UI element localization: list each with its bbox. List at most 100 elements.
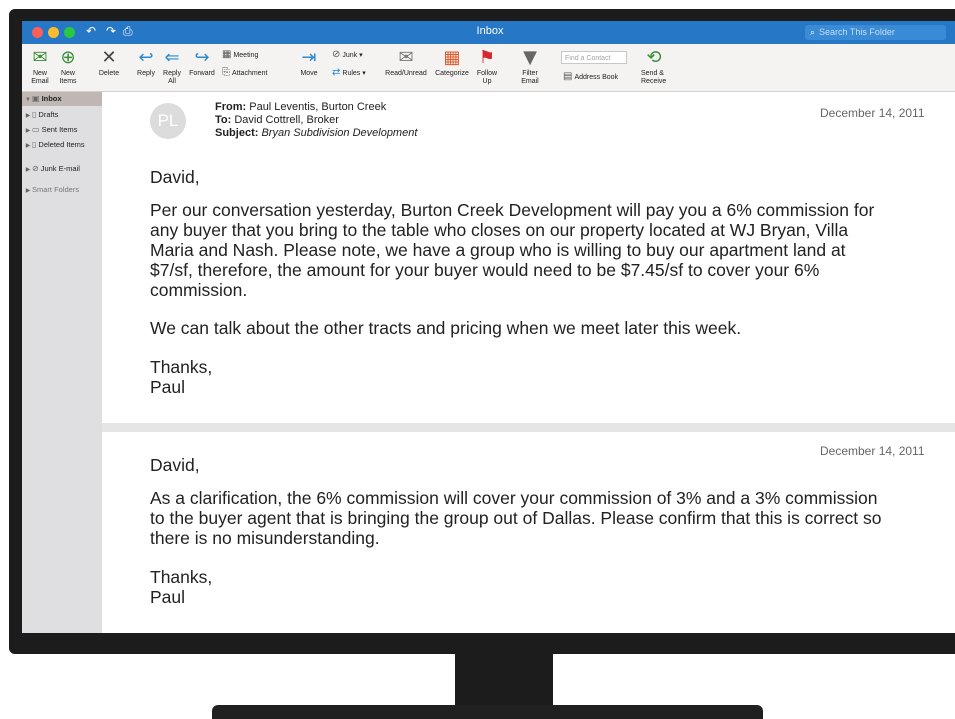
sidebar-item-inbox[interactable]: ▼▣ Inbox — [22, 92, 102, 106]
meeting-label: Meeting — [233, 52, 259, 59]
ribbon-toolbar: ✉ New Email ⊕ New Items ✕ Delete ↩ Reply… — [22, 44, 955, 92]
avatar: PL — [150, 103, 186, 139]
follow-up-label: Follow Up — [476, 70, 498, 85]
move-label: Move — [300, 70, 318, 77]
reading-pane: PL From: Paul Leventis, Burton Creek To:… — [102, 92, 955, 633]
filter-email-button[interactable]: ▼ Filter Email — [516, 44, 544, 86]
find-contact-input[interactable]: Find a Contact — [561, 51, 627, 64]
sidebar-item-deleted-items[interactable]: ▶ ▯ Deleted Items — [22, 138, 102, 152]
window-title: Inbox — [476, 25, 504, 37]
sidebar-item-label: Smart Folders — [32, 185, 80, 194]
read-unread-label: Read/Unread — [385, 70, 427, 77]
calendar-icon: ▦ — [222, 49, 232, 60]
message-paragraph: As a clarification, the 6% commission wi… — [150, 488, 882, 548]
subject-value: Bryan Subdivision Development — [261, 127, 418, 139]
title-bar: ↶ ↷ ⎙ Inbox ⌕ Search This Folder — [22, 21, 955, 44]
read-unread-button[interactable]: ✉ Read/Unread — [382, 44, 430, 78]
chevron-right-icon: ▶ — [25, 128, 31, 134]
chevron-right-icon: ▶ — [25, 167, 31, 173]
junk-button[interactable]: ⊘ Junk ▾ — [332, 49, 363, 60]
magnifier-icon: ⌕ — [810, 28, 816, 38]
message-date: December 14, 2011 — [820, 106, 925, 120]
search-input[interactable]: ⌕ Search This Folder — [805, 25, 946, 40]
filter-email-label: Filter Email — [521, 70, 539, 85]
close-window-icon[interactable] — [32, 27, 43, 38]
sent-icon: ▭ — [32, 125, 40, 134]
message-divider — [102, 423, 955, 432]
new-items-icon: ⊕ — [60, 47, 76, 68]
from-line: From: Paul Leventis, Burton Creek — [215, 101, 417, 114]
new-email-label: New Email — [31, 70, 49, 85]
reply-label: Reply — [137, 70, 155, 77]
junk-icon: ⊘ — [332, 49, 341, 60]
new-email-icon: ✉ — [32, 47, 48, 68]
rules-icon: ⇄ — [332, 67, 341, 78]
categorize-button[interactable]: ▦ Categorize — [433, 44, 471, 78]
inbox-icon: ▣ — [32, 94, 40, 103]
chevron-right-icon: ▶ — [25, 188, 31, 194]
zoom-window-icon[interactable] — [64, 27, 75, 38]
junk-label: Junk — [342, 52, 358, 59]
send-receive-label: Send & Receive — [641, 70, 667, 85]
address-book-button[interactable]: ▤ Address Book — [563, 71, 618, 82]
reply-button[interactable]: ↩ Reply — [134, 44, 158, 78]
reply-all-button[interactable]: ⇐ Reply All — [160, 44, 184, 86]
flag-icon: ⚑ — [478, 47, 496, 68]
move-folder-icon: ⇥ — [301, 47, 317, 68]
sidebar-item-label: Junk E-mail — [40, 164, 80, 173]
new-items-label: New Items — [59, 70, 77, 85]
sidebar-item-label: Inbox — [41, 94, 62, 103]
address-book-label: Address Book — [574, 74, 619, 81]
undo-icon[interactable]: ↶ — [86, 24, 96, 38]
from-value[interactable]: Paul Leventis, Burton Creek — [249, 101, 386, 113]
follow-up-button[interactable]: ⚑ Follow Up — [474, 44, 500, 86]
message-signoff: Thanks, — [150, 357, 213, 377]
categorize-label: Categorize — [435, 70, 469, 77]
sidebar-item-junk-email[interactable]: ▶ ⊘ Junk E-mail — [22, 162, 102, 176]
reply-all-label: Reply All — [163, 70, 181, 85]
attachment-label: Attachment — [232, 70, 268, 77]
attachment-button[interactable]: ⎘ Attachment — [222, 67, 267, 78]
meeting-button[interactable]: ▦ Meeting — [222, 49, 258, 60]
screen: ↶ ↷ ⎙ Inbox ⌕ Search This Folder ✉ New Em… — [22, 21, 955, 633]
to-value[interactable]: David Cottrell, Broker — [234, 114, 339, 126]
send-receive-button[interactable]: ⟲ Send & Receive — [639, 44, 669, 86]
message-signature: Paul — [150, 377, 186, 397]
delete-icon: ✕ — [101, 47, 117, 68]
address-book-icon: ▤ — [563, 71, 573, 82]
sidebar-item-smart-folders[interactable]: ▶ Smart Folders — [22, 183, 102, 197]
sidebar-item-drafts[interactable]: ▶ ▯ Drafts — [22, 108, 102, 122]
print-icon[interactable]: ⎙ — [123, 24, 133, 39]
message-signature: Paul — [150, 587, 186, 607]
chevron-down-icon: ▼ — [25, 97, 31, 103]
trash-icon: ▯ — [32, 140, 37, 149]
filter-icon: ▼ — [523, 47, 537, 68]
new-items-button[interactable]: ⊕ New Items — [54, 44, 82, 86]
forward-button[interactable]: ↪ Forward — [187, 44, 217, 78]
chevron-right-icon: ▶ — [25, 143, 31, 149]
move-button[interactable]: ⇥ Move — [294, 44, 324, 78]
monitor-stand-base — [212, 705, 763, 719]
minimize-window-icon[interactable] — [48, 27, 59, 38]
message-greeting: David, — [150, 455, 200, 475]
reply-icon: ↩ — [138, 47, 154, 68]
sidebar-item-label: Drafts — [38, 110, 59, 119]
attachment-icon: ⎘ — [222, 67, 230, 78]
message-signoff: Thanks, — [150, 567, 213, 587]
rules-button[interactable]: ⇄ Rules ▾ — [332, 67, 366, 78]
to-label: To: — [215, 114, 232, 126]
sidebar-item-label: Sent Items — [41, 125, 78, 134]
message-paragraph: Per our conversation yesterday, Burton C… — [150, 200, 875, 300]
monitor-stand-neck — [455, 654, 553, 708]
new-email-button[interactable]: ✉ New Email — [28, 44, 52, 86]
sidebar-item-label: Deleted Items — [38, 140, 85, 149]
delete-button[interactable]: ✕ Delete — [96, 44, 122, 78]
from-label: From: — [215, 101, 247, 113]
send-receive-icon: ⟲ — [646, 47, 662, 68]
sidebar-item-sent-items[interactable]: ▶ ▭ Sent Items — [22, 123, 102, 137]
forward-label: Forward — [189, 70, 215, 77]
redo-icon[interactable]: ↷ — [106, 24, 116, 38]
envelope-icon: ✉ — [398, 47, 414, 68]
junk-folder-icon: ⊘ — [32, 164, 39, 173]
drafts-icon: ▯ — [32, 110, 37, 119]
